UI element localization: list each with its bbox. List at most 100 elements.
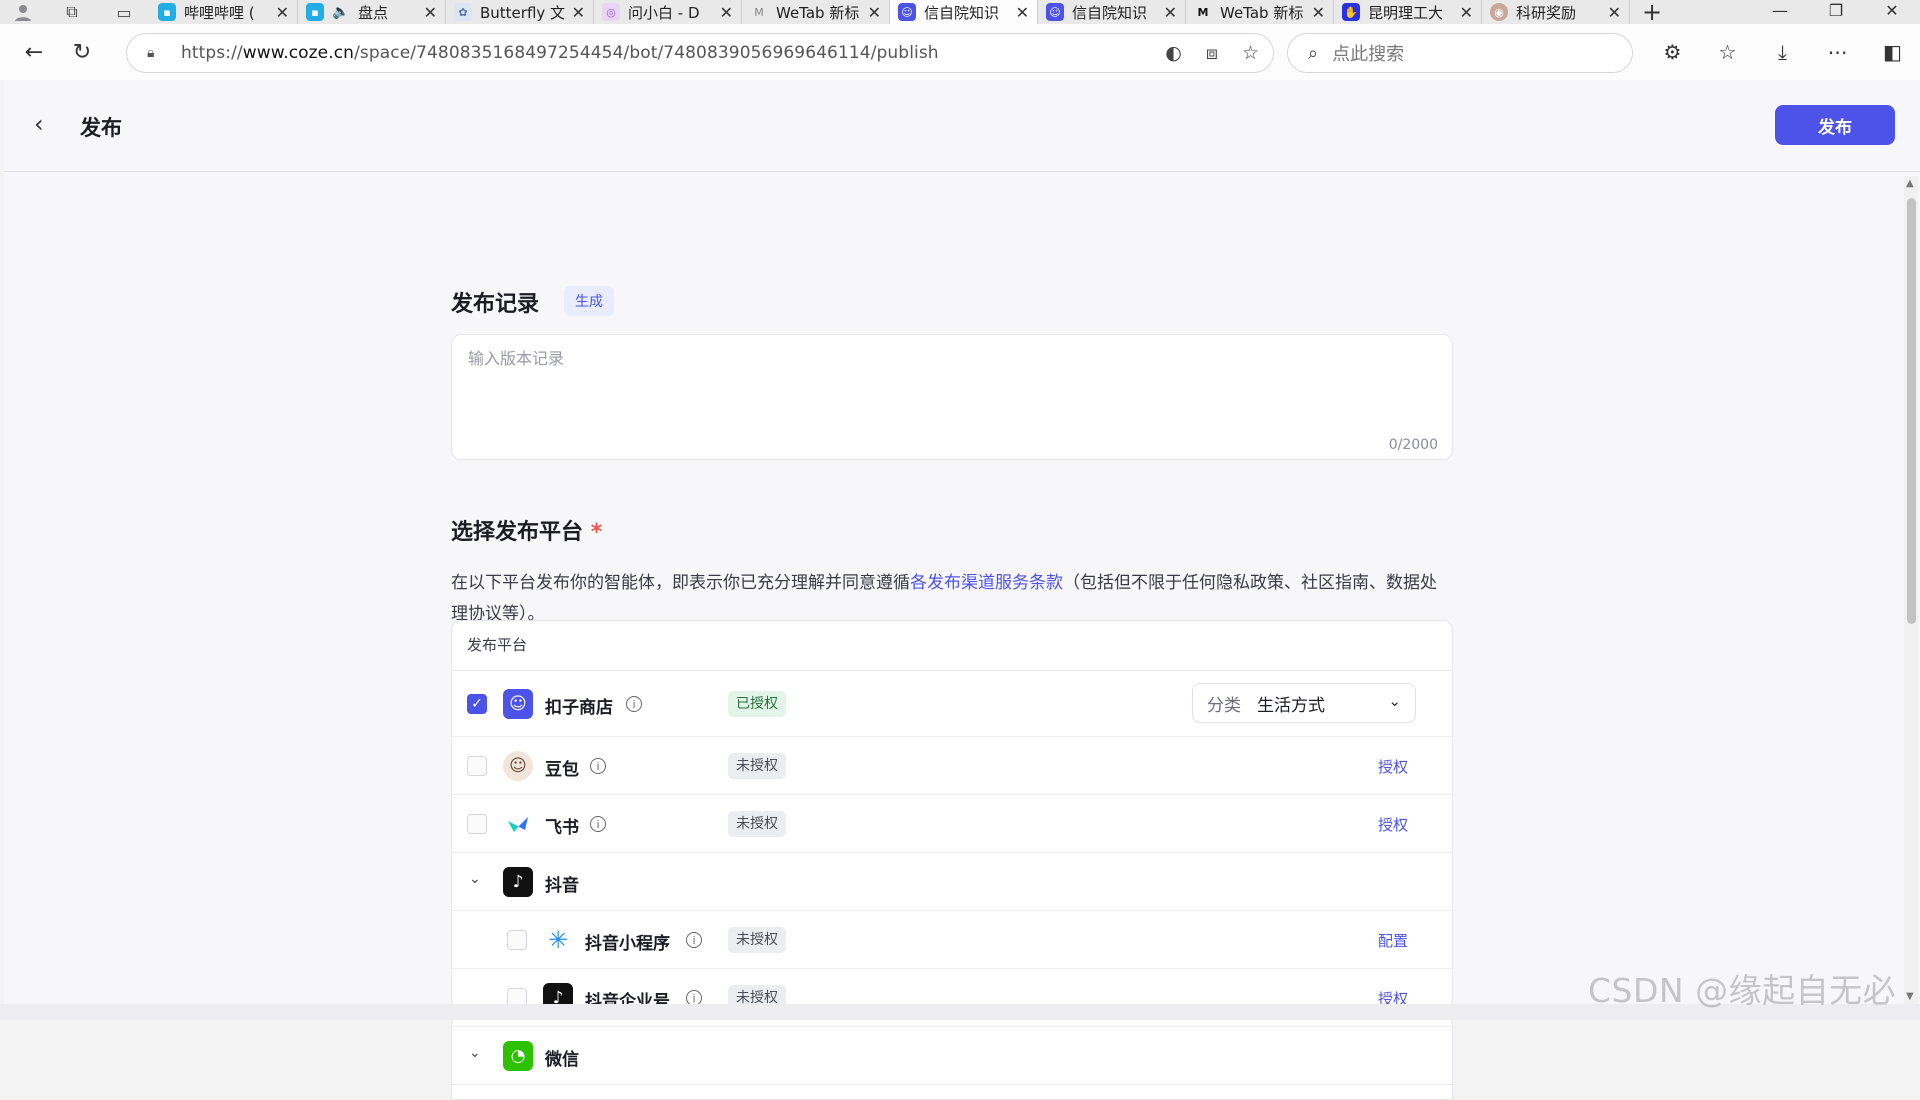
- platform-group-douyin[interactable]: ⌄ ♪ 抖音: [452, 853, 1452, 911]
- authorize-link[interactable]: 授权: [1378, 814, 1408, 835]
- close-icon[interactable]: ✕: [1312, 3, 1325, 22]
- record-section-title: 发布记录: [451, 292, 540, 317]
- platform-name: 抖音: [545, 876, 579, 896]
- checkbox[interactable]: [467, 756, 487, 776]
- platform-name: 飞书: [545, 818, 579, 838]
- wenxiaobai-icon: ◎: [602, 3, 620, 21]
- chevron-left-icon[interactable]: ‹: [34, 110, 44, 138]
- douyin-miniapp-icon: ✳: [543, 925, 573, 955]
- workspaces-icon[interactable]: ⧉: [46, 0, 98, 24]
- scroll-down-arrow-icon[interactable]: ▼: [1906, 991, 1914, 1002]
- scrollbar-thumb[interactable]: [1907, 198, 1916, 624]
- new-tab-button[interactable]: +: [1630, 0, 1674, 24]
- browser-tab[interactable]: ✋ 昆明理工大 ✕: [1334, 0, 1482, 24]
- browser-tab[interactable]: ▪ 哔哩哔哩 ( ✕: [150, 0, 298, 24]
- platform-name: 抖音小程序: [585, 934, 670, 954]
- back-arrow-icon[interactable]: ←: [10, 32, 58, 72]
- browser-tab[interactable]: ◎ 问小白 - D ✕: [594, 0, 742, 24]
- minimize-icon[interactable]: —: [1752, 0, 1808, 22]
- url-text[interactable]: https://www.coze.cn/space/74808351684972…: [181, 43, 939, 63]
- csdn-watermark: CSDN @缘起自无必: [1588, 971, 1897, 1010]
- browser-tab[interactable]: ✿ Butterfly 文 ✕: [446, 0, 594, 24]
- category-value: 生活方式: [1257, 695, 1325, 716]
- bilibili-icon: ▪: [306, 3, 324, 21]
- close-icon[interactable]: ✕: [720, 3, 733, 22]
- profile-icon[interactable]: [0, 0, 46, 24]
- platform-row-coze-store: ✓ ☺ 扣子商店 i 已授权 分类 生活方式 ⌄: [452, 671, 1452, 737]
- close-icon[interactable]: ✕: [1016, 3, 1029, 22]
- chevron-down-icon[interactable]: ⌄: [469, 1045, 481, 1061]
- tab-title: WeTab 新标: [1220, 3, 1304, 22]
- restore-icon[interactable]: ❐: [1808, 0, 1864, 22]
- favorites-icon[interactable]: ☆: [1700, 32, 1755, 72]
- coze-store-icon: ☺: [503, 689, 533, 719]
- info-icon[interactable]: i: [686, 932, 702, 948]
- platform-row-doubao: ☺ 豆包 i 未授权 授权: [452, 737, 1452, 795]
- status-badge: 未授权: [728, 811, 786, 837]
- tab-title: 盘点: [358, 3, 389, 22]
- info-icon[interactable]: i: [626, 696, 642, 712]
- close-icon[interactable]: ✕: [424, 3, 437, 22]
- browser-tab-active[interactable]: ☺ 信自院知识 ✕: [890, 0, 1038, 24]
- configure-link[interactable]: 配置: [1378, 930, 1408, 951]
- lock-icon[interactable]: 🔒︎: [147, 45, 169, 61]
- checkbox[interactable]: [507, 930, 527, 950]
- address-bar[interactable]: 🔒︎ https://www.coze.cn/space/74808351684…: [126, 33, 1274, 73]
- status-badge: 未授权: [728, 927, 786, 953]
- platform-table: 发布平台 ✓ ☺ 扣子商店 i 已授权 分类 生活方式 ⌄ ☺ 豆包 i 未授权…: [451, 620, 1453, 1100]
- platform-group-wechat[interactable]: ⌄ ◔ 微信: [452, 1027, 1452, 1085]
- window-controls: — ❐ ✕: [1752, 0, 1920, 22]
- version-record-textarea[interactable]: 输入版本记录 0/2000: [451, 334, 1453, 460]
- service-terms-link[interactable]: 各发布渠道服务条款: [910, 573, 1063, 593]
- close-icon[interactable]: ✕: [276, 3, 289, 22]
- browser-tab[interactable]: M WeTab 新标 ✕: [742, 0, 890, 24]
- search-box[interactable]: ⌕ 点此搜索: [1287, 33, 1633, 73]
- close-icon[interactable]: ✕: [1164, 3, 1177, 22]
- edge-ai-icon[interactable]: ◐: [1165, 42, 1182, 64]
- browser-tab[interactable]: ☺ 信自院知识 ✕: [1038, 0, 1186, 24]
- browser-tab[interactable]: ◉ 科研奖励 ✕: [1482, 0, 1630, 24]
- bilibili-icon: ▪: [158, 3, 176, 21]
- sidebar-toggle-icon[interactable]: ◧: [1865, 32, 1920, 72]
- close-icon[interactable]: ✕: [1460, 3, 1473, 22]
- close-icon[interactable]: ✕: [1608, 3, 1621, 22]
- browser-tab-strip: ⧉ ▭ ▪ 哔哩哔哩 ( ✕ ▪ 🔈 盘点 ✕ ✿ Butterfly 文 ✕ …: [0, 0, 1920, 24]
- favorite-star-icon[interactable]: ☆: [1242, 42, 1259, 64]
- refresh-icon[interactable]: ↻: [58, 32, 106, 72]
- checkbox[interactable]: [467, 814, 487, 834]
- scroll-up-arrow-icon[interactable]: ▲: [1906, 178, 1914, 189]
- page-header: ‹ 发布 发布: [4, 80, 1920, 172]
- chevron-down-icon[interactable]: ⌄: [469, 871, 481, 887]
- feishu-icon: [503, 809, 533, 839]
- search-icon: ⌕: [1308, 42, 1319, 64]
- required-mark: *: [590, 520, 603, 545]
- info-icon[interactable]: i: [590, 758, 606, 774]
- page-scrollbar[interactable]: ▲ ▼: [1904, 176, 1918, 1004]
- close-icon[interactable]: ✕: [572, 3, 585, 22]
- close-window-icon[interactable]: ✕: [1864, 0, 1920, 22]
- downloads-icon[interactable]: ⤓: [1755, 32, 1810, 72]
- tab-actions-icon[interactable]: ▭: [98, 0, 150, 24]
- status-badge: 已授权: [728, 691, 786, 717]
- browser-tab[interactable]: ▪ 🔈 盘点 ✕: [298, 0, 446, 24]
- douyin-icon: ♪: [503, 867, 533, 897]
- platform-section-title: 选择发布平台 *: [451, 520, 603, 545]
- baidu-icon: ✋: [1342, 3, 1360, 21]
- checkbox-checked[interactable]: ✓: [467, 694, 487, 714]
- app-available-icon[interactable]: ⧈: [1206, 42, 1218, 64]
- category-select[interactable]: 分类 生活方式 ⌄: [1192, 683, 1416, 723]
- generate-button[interactable]: 生成: [564, 286, 614, 316]
- character-counter: 0/2000: [1388, 437, 1438, 453]
- more-menu-icon[interactable]: ⋯: [1810, 32, 1865, 72]
- extensions-icon[interactable]: ⚙: [1645, 32, 1700, 72]
- tab-title: 昆明理工大: [1368, 3, 1444, 22]
- browser-tab[interactable]: M WeTab 新标 ✕: [1186, 0, 1334, 24]
- publish-button[interactable]: 发布: [1775, 105, 1895, 145]
- tab-title: WeTab 新标: [776, 3, 860, 22]
- butterfly-icon: ✿: [454, 3, 472, 21]
- close-icon[interactable]: ✕: [868, 3, 881, 22]
- audio-icon[interactable]: 🔈: [332, 3, 350, 21]
- info-icon[interactable]: i: [590, 816, 606, 832]
- authorize-link[interactable]: 授权: [1378, 756, 1408, 777]
- wechat-icon: ◔: [503, 1041, 533, 1071]
